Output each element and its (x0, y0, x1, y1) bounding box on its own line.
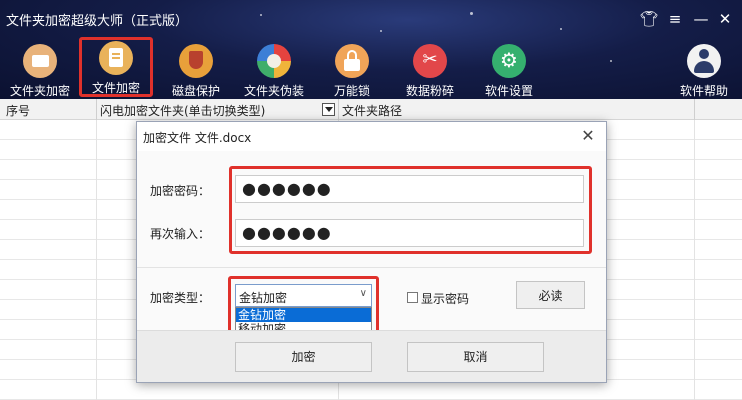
minimize-icon[interactable]: — (690, 8, 712, 30)
password-highlight (229, 166, 592, 254)
close-icon[interactable]: ✕ (578, 126, 598, 146)
encrypt-file-dialog: 加密文件 文件.docx ✕ 加密密码： ●●●●●● 再次输入： ●●●●●●… (136, 121, 607, 383)
tool-universal-lock[interactable]: 万能锁 (312, 40, 392, 98)
tool-label: 文件夹加密 (9, 84, 70, 98)
divider (137, 267, 606, 268)
tool-label: 数据粉碎 (405, 84, 454, 98)
tool-folder-encrypt[interactable]: 文件夹加密 (0, 40, 80, 98)
column-header-path[interactable]: 文件夹路径 (342, 102, 402, 119)
star-decoration (260, 14, 262, 16)
tool-settings[interactable]: ⚙ 软件设置 (469, 40, 549, 98)
skin-shirt-icon[interactable]: 👕︎ (638, 8, 660, 30)
column-header-index[interactable]: 序号 (6, 102, 30, 119)
must-read-button[interactable]: 必读 (516, 281, 585, 309)
tool-label: 软件设置 (484, 84, 533, 98)
tool-label: 文件夹伪装 (243, 84, 304, 98)
menu-icon[interactable]: ≡ (664, 8, 686, 30)
close-icon[interactable]: ✕ (714, 8, 736, 30)
confirm-password-label: 再次输入： (150, 227, 211, 241)
column-header-type[interactable]: 闪电加密文件夹(单击切换类型) (100, 102, 265, 119)
toolbar-banner: 文件夹加密超级大师（正式版） 👕︎ ≡ — ✕ 文件夹加密 文件加密 磁盘保护 … (0, 0, 742, 99)
user-icon (687, 44, 721, 78)
cancel-button[interactable]: 取消 (407, 342, 544, 372)
show-password-label: 显示密码 (421, 292, 470, 306)
star-decoration (610, 60, 612, 62)
tool-label: 文件加密 (91, 81, 140, 95)
folder-icon (23, 44, 57, 78)
tool-disk-protect[interactable]: 磁盘保护 (156, 40, 236, 98)
tool-label: 软件帮助 (679, 84, 728, 98)
star-decoration (470, 12, 473, 15)
padlock-icon (335, 44, 369, 78)
show-password-checkbox[interactable] (407, 292, 418, 303)
tool-data-shred[interactable]: ✂ 数据粉碎 (390, 40, 470, 98)
column-divider (96, 120, 97, 400)
tool-folder-disguise[interactable]: 文件夹伪装 (234, 40, 314, 98)
app-title: 文件夹加密超级大师（正式版） (6, 14, 189, 29)
dropdown-arrow-icon[interactable] (322, 103, 335, 116)
star-decoration (380, 30, 382, 32)
palette-icon (257, 44, 291, 78)
column-divider (694, 120, 695, 400)
tool-file-encrypt[interactable]: 文件加密 (79, 37, 153, 97)
shield-icon (179, 44, 213, 78)
dialog-footer: 加密 取消 (137, 330, 606, 382)
file-lock-icon (99, 41, 133, 75)
tool-label: 万能锁 (333, 84, 370, 98)
gear-icon: ⚙ (492, 44, 526, 78)
tool-help[interactable]: 软件帮助 (664, 40, 742, 98)
star-decoration (560, 28, 562, 30)
table-header: 序号 闪电加密文件夹(单击切换类型) 文件夹路径 (0, 99, 742, 120)
scissors-icon: ✂ (413, 44, 447, 78)
encrypt-type-label: 加密类型： (150, 291, 211, 305)
tool-label: 磁盘保护 (171, 84, 220, 98)
encrypt-button[interactable]: 加密 (235, 342, 372, 372)
password-label: 加密密码： (150, 184, 211, 198)
dialog-title: 加密文件 文件.docx (143, 131, 252, 145)
dialog-titlebar: 加密文件 文件.docx ✕ (137, 122, 606, 151)
